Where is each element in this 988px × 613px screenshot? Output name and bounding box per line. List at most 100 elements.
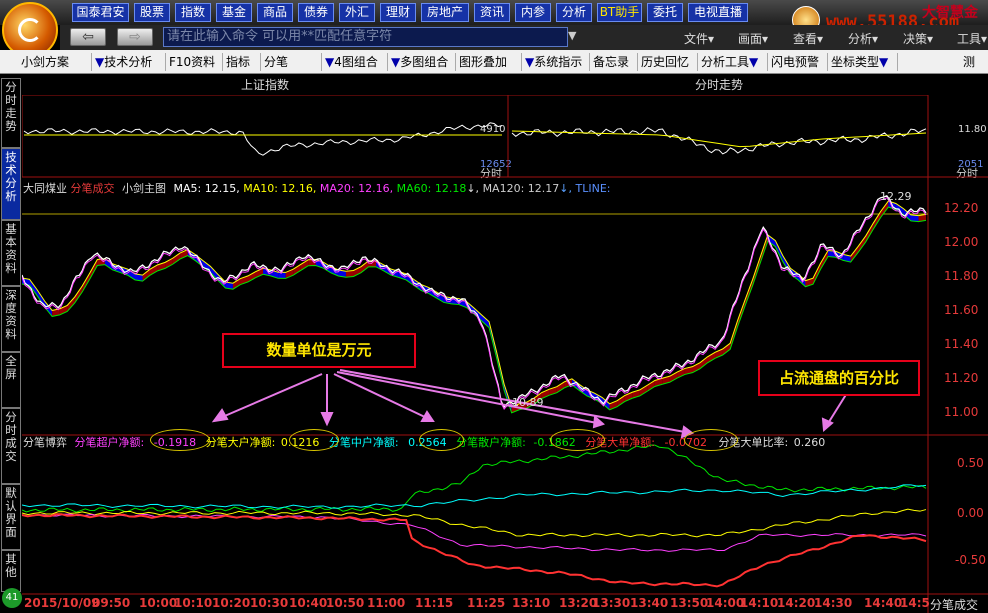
tb-arrow6-icon: ▼ [879,55,889,69]
ma-band [172,252,181,265]
menu-guotai[interactable]: 国泰君安 [72,3,129,22]
tab-deep-info[interactable]: 深度资料 [1,286,21,352]
side-tabs: 分时走势 技术分析 基本资料 深度资料 全屏 分时成交 默认界面 其他 [0,74,22,613]
chart-period: 分笔成交 [70,182,115,195]
tab-default-layout[interactable]: 默认界面 [1,484,21,550]
menu-stock[interactable]: 股票 [134,3,170,22]
menu-tv-live[interactable]: 电视直播 [688,3,748,22]
ma-band [647,380,655,392]
tb-analysis-tools-label: 分析工具 [701,55,750,69]
ratio-value: 0.260 [793,436,826,449]
badge-41: 41 [2,588,22,608]
mini-left-index [23,122,503,156]
tab-timeshare[interactable]: 分时走势 [1,78,21,148]
ytick-1100: 11.00 [944,405,979,419]
high-label: 12.29 [880,190,912,203]
tb-multichart[interactable]: ▼多图组合 [388,53,456,71]
xtick-20: 14:40 [864,596,903,610]
ma-band [142,269,151,282]
menu-order[interactable]: 委托 [647,3,683,22]
tb-tick[interactable]: 分笔 [261,53,322,71]
annotation-unit: 数量单位是万元 [222,333,416,368]
large-label: 分笔大户净额: [205,436,276,449]
mini-right-title: 分时走势 [694,78,743,92]
tb-alert[interactable]: 闪电预警 [768,53,828,71]
back-arrow-icon[interactable]: ⇦ [70,28,106,46]
tb-arrow2-icon: ▼ [325,55,335,69]
menu-analyze[interactable]: 分析▾ [848,30,878,47]
tline-value: TLINE: [575,182,611,195]
ytick-1220: 12.20 [944,201,979,215]
oval-large [289,429,339,451]
tb-axis-type[interactable]: 坐标类型▼ [828,53,898,71]
xtick-17: 14:10 [740,596,779,610]
tb-history[interactable]: 历史回忆 [638,53,698,71]
tb-history-label: 历史回忆 [641,55,690,69]
arrowhead-4 [592,414,605,429]
ma20-value: MA20: 12.16, [319,182,394,195]
tb-f10[interactable]: F10资料 [166,53,223,71]
command-input[interactable]: 请在此输入命令 可以用**匹配任意字符 [163,27,568,47]
xtick-2: 10:00 [139,596,178,610]
mid-line [22,484,927,509]
ma-band [278,272,286,279]
tb-indicator-label: 指标 [226,55,251,69]
xtick-8: 11:00 [367,596,406,610]
menu-forex[interactable]: 外汇 [339,3,375,22]
xtick-13: 13:30 [592,596,631,610]
menu-realestate[interactable]: 房地产 [421,3,469,22]
tb-analysis-tools[interactable]: 分析工具▼ [698,53,768,71]
menu-index[interactable]: 指数 [175,3,211,22]
ma-band [300,259,309,271]
menu-finance[interactable]: 理财 [380,3,416,22]
menu-insider[interactable]: 内参 [515,3,551,22]
tab-basic-info[interactable]: 基本资料 [1,220,21,286]
menu-screen[interactable]: 画面▾ [738,30,768,47]
menu-tools[interactable]: 工具▾ [957,30,987,47]
tb-scheme[interactable]: 小剑方案 [18,53,92,71]
ytick-1160: 11.60 [944,303,979,317]
tb-arrow4-icon: ▼ [525,55,535,69]
tb-indicator[interactable]: 指标 [223,53,261,71]
toolbar: 小剑方案 ▼技术分析 F10资料 指标 分笔 ▼4图组合 ▼多图组合 图形叠加 … [0,50,988,74]
dropdown-arrow-icon[interactable]: ▼ [568,29,576,42]
tb-arrow5-icon: ▼ [749,55,759,69]
arrow-ratio [826,392,848,426]
chart-canvas [22,95,988,613]
tb-scheme-label: 小剑方案 [21,55,70,69]
menu-bt-helper[interactable]: BT助手 [597,3,642,22]
menu-file[interactable]: 文件▾ [684,30,714,47]
tab-fullscreen[interactable]: 全屏 [1,352,21,408]
tb-axis-label: 坐标类型 [831,55,880,69]
tab-tech-analysis[interactable]: 技术分析 [1,148,21,220]
menu-bond[interactable]: 债券 [298,3,334,22]
tb-arrow3-icon: ▼ [391,55,401,69]
tb-alert-label: 闪电预警 [771,55,820,69]
tb-overlay[interactable]: 图形叠加 [456,53,522,71]
ma60-value: MA60: 12.18 [396,182,467,195]
menu-commodity[interactable]: 商品 [257,3,293,22]
tab-other[interactable]: 其他 [1,550,21,592]
ma-band [232,278,241,290]
tb-tech-analysis[interactable]: ▼技术分析 [92,53,166,71]
xtick-1: 09:50 [92,596,131,610]
menu-decision[interactable]: 决策▾ [903,30,933,47]
tb-4chart[interactable]: ▼4图组合 [322,53,388,71]
ma5-value: MA5: 12.15, [173,182,240,195]
xtick-3: 10:10 [174,596,213,610]
flow-ytick-050: 0.50 [957,456,984,470]
menu-news[interactable]: 资讯 [474,3,510,22]
tb-memo-label: 备忘录 [593,55,630,69]
indicator-name: 小剑主图 [122,182,166,195]
menu-analysis[interactable]: 分析 [556,3,592,22]
ma-band [617,395,625,407]
tb-test[interactable]: 测 [960,53,984,71]
menu-fund[interactable]: 基金 [216,3,252,22]
tb-memo[interactable]: 备忘录 [590,53,638,71]
forward-arrow-icon[interactable]: ⇨ [117,28,153,46]
tb-system[interactable]: ▼系统指示 [522,53,590,71]
ma-band [707,352,716,363]
oval-retail [550,429,605,451]
tab-tick-trades[interactable]: 分时成交 [1,408,21,484]
menu-view[interactable]: 查看▾ [793,30,823,47]
